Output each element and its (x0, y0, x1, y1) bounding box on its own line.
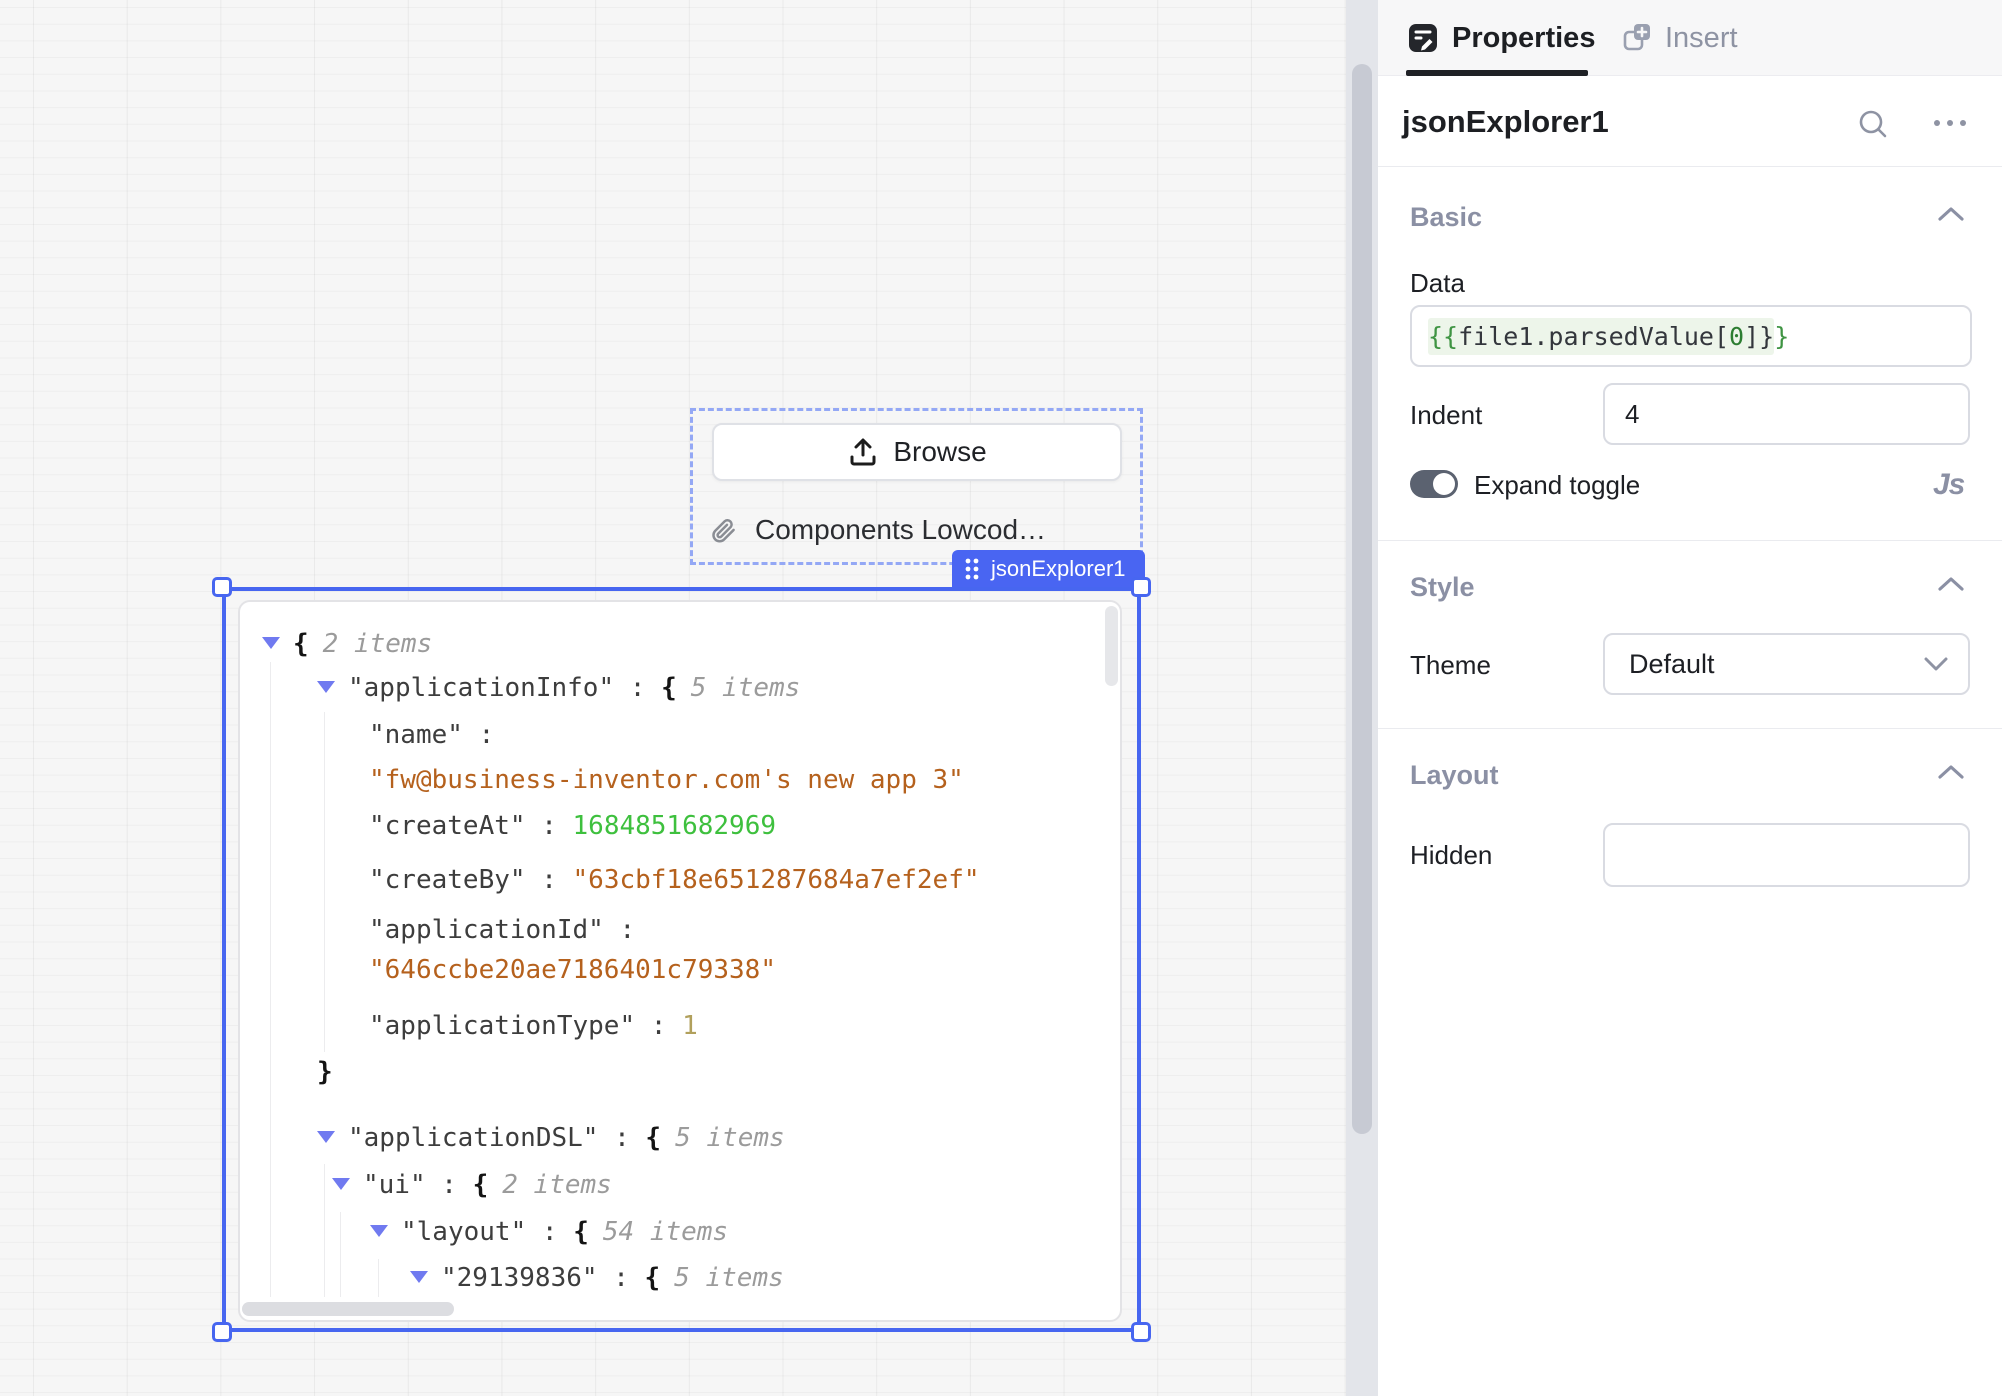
component-name-tag[interactable]: jsonExplorer1 (952, 550, 1145, 587)
divider (1378, 166, 2002, 167)
js-icon[interactable]: Js (1933, 468, 1973, 502)
insert-tab-icon (1623, 23, 1651, 53)
app-root: Browse Components Lowcod… jsonExplorer1 (0, 0, 2002, 1396)
expand-toggle-label: Expand toggle (1474, 470, 1640, 501)
json-line-name-key: "name" : (369, 718, 494, 752)
collapse-triangle-icon[interactable] (262, 637, 280, 649)
json-line-ui: "ui" : {2 items (332, 1168, 612, 1202)
tab-properties[interactable]: Properties (1408, 0, 1595, 76)
theme-field-label: Theme (1410, 650, 1491, 681)
tab-insert[interactable]: Insert (1623, 0, 1738, 76)
upload-icon (847, 436, 879, 468)
uploaded-file-item[interactable]: Components Lowcod… (710, 513, 1130, 547)
component-title: jsonExplorer1 (1402, 104, 1609, 140)
indent-guide (324, 1164, 325, 1297)
theme-select-value: Default (1629, 649, 1715, 680)
indent-guide (270, 662, 271, 1297)
hidden-field-label: Hidden (1410, 840, 1492, 871)
basic-section-header: Basic (1410, 202, 1482, 233)
divider (1378, 728, 2002, 729)
json-line-29139836: "29139836" : {5 items (410, 1261, 784, 1295)
json-line-createAt: "createAt" : 1684851682969 (369, 809, 776, 843)
browse-button[interactable]: Browse (712, 423, 1122, 481)
panel-tab-bar: Properties Insert (1378, 0, 2002, 76)
data-code-input[interactable]: {{file1.parsedValue[0]}} (1410, 305, 1972, 367)
paperclip-icon (710, 517, 737, 544)
collapse-triangle-icon[interactable] (370, 1225, 388, 1237)
uploaded-file-name: Components Lowcod… (755, 514, 1046, 546)
more-options-icon[interactable] (1930, 116, 1970, 134)
active-tab-underline (1406, 70, 1588, 76)
divider (1378, 540, 2002, 541)
json-explorer-component[interactable]: {2 items "applicationInfo" : {5 items "n… (238, 600, 1122, 1322)
json-line-applicationType: "applicationType" : 1 (369, 1009, 698, 1043)
json-line-applicationDSL: "applicationDSL" : {5 items (317, 1121, 785, 1155)
collapse-style-chevron-icon[interactable] (1938, 576, 1964, 597)
component-name-tag-label: jsonExplorer1 (991, 556, 1126, 582)
json-line-root: {2 items (262, 627, 432, 661)
json-line-close-brace: } (317, 1055, 333, 1089)
indent-input[interactable] (1603, 383, 1970, 445)
canvas-scrollbar-thumb[interactable] (1352, 64, 1372, 1134)
json-line-layout: "layout" : {54 items (370, 1215, 728, 1249)
resize-handle-top-left[interactable] (212, 577, 232, 597)
indent-guide (340, 1212, 341, 1297)
json-line-createBy: "createBy" : "63cbf18e651287684a7ef2ef" (369, 863, 980, 897)
hidden-input[interactable] (1603, 823, 1970, 887)
collapse-triangle-icon[interactable] (317, 681, 335, 693)
collapse-triangle-icon[interactable] (332, 1178, 350, 1190)
style-section-header: Style (1410, 572, 1475, 603)
indent-guide (324, 712, 325, 1052)
collapse-layout-chevron-icon[interactable] (1938, 764, 1964, 785)
canvas-scrollbar-track[interactable] (1346, 0, 1378, 1396)
browse-button-label: Browse (893, 436, 986, 468)
editor-canvas[interactable]: Browse Components Lowcod… jsonExplorer1 (0, 0, 1346, 1396)
indent-guide (378, 1259, 379, 1297)
data-field-label: Data (1410, 268, 1465, 299)
properties-tab-icon (1408, 23, 1438, 53)
tab-insert-label: Insert (1665, 22, 1738, 55)
theme-select[interactable]: Default (1603, 633, 1970, 695)
json-line-name-value: "fw@business-inventor.com's new app 3" (369, 763, 964, 797)
json-horizontal-scrollbar[interactable] (242, 1302, 454, 1316)
resize-handle-top-right[interactable] (1131, 577, 1151, 597)
json-vertical-scrollbar[interactable] (1105, 606, 1118, 686)
json-line-applicationInfo: "applicationInfo" : {5 items (317, 671, 800, 705)
chevron-down-icon (1924, 657, 1948, 672)
collapse-basic-chevron-icon[interactable] (1938, 206, 1964, 227)
tab-properties-label: Properties (1452, 22, 1595, 55)
properties-panel: Properties Insert jsonExplorer1 (1378, 0, 2002, 1396)
json-line-applicationId-value: "646ccbe20ae7186401c79338" (369, 953, 776, 987)
layout-section-header: Layout (1410, 760, 1499, 791)
resize-handle-bottom-left[interactable] (212, 1322, 232, 1342)
search-icon[interactable] (1856, 107, 1890, 146)
drag-handle-icon[interactable] (962, 556, 982, 582)
collapse-triangle-icon[interactable] (317, 1131, 335, 1143)
resize-handle-bottom-right[interactable] (1131, 1322, 1151, 1342)
indent-field-label: Indent (1410, 400, 1482, 431)
expand-toggle-switch[interactable] (1410, 470, 1458, 498)
json-line-applicationId-key: "applicationId" : (369, 913, 635, 947)
collapse-triangle-icon[interactable] (410, 1271, 428, 1283)
